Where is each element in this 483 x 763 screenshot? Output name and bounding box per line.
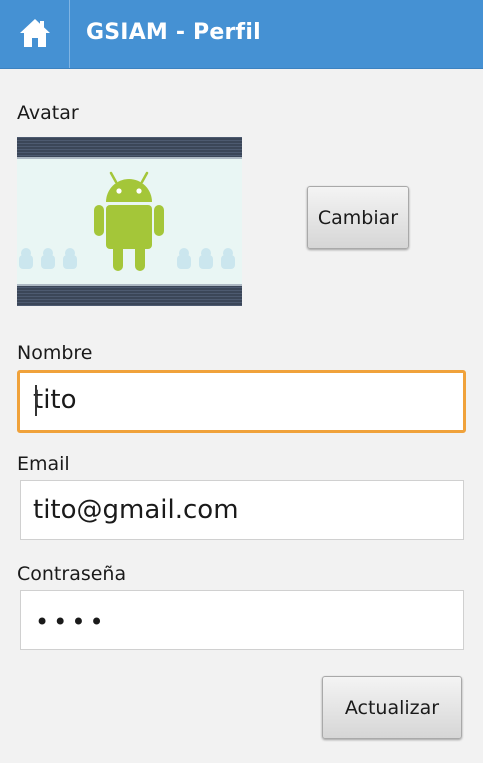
update-button[interactable]: Actualizar bbox=[322, 676, 462, 739]
change-avatar-button[interactable]: Cambiar bbox=[307, 186, 409, 249]
password-field[interactable]: •••• bbox=[20, 590, 464, 650]
password-label: Contraseña bbox=[17, 563, 127, 585]
name-field[interactable]: tito bbox=[17, 370, 466, 433]
name-label: Nombre bbox=[17, 342, 93, 364]
text-cursor bbox=[35, 385, 37, 416]
action-bar: GSIAM - Perfil bbox=[0, 0, 483, 69]
avatar-image bbox=[17, 137, 242, 306]
avatar-label: Avatar bbox=[17, 102, 79, 124]
password-field-value: •••• bbox=[35, 608, 108, 636]
home-icon bbox=[20, 19, 50, 47]
email-field-value: tito@gmail.com bbox=[33, 495, 239, 525]
home-button[interactable] bbox=[0, 0, 70, 68]
email-label: Email bbox=[17, 453, 70, 475]
email-field[interactable]: tito@gmail.com bbox=[20, 480, 464, 540]
app-title: GSIAM - Perfil bbox=[86, 20, 261, 45]
name-field-value: tito bbox=[33, 385, 77, 415]
